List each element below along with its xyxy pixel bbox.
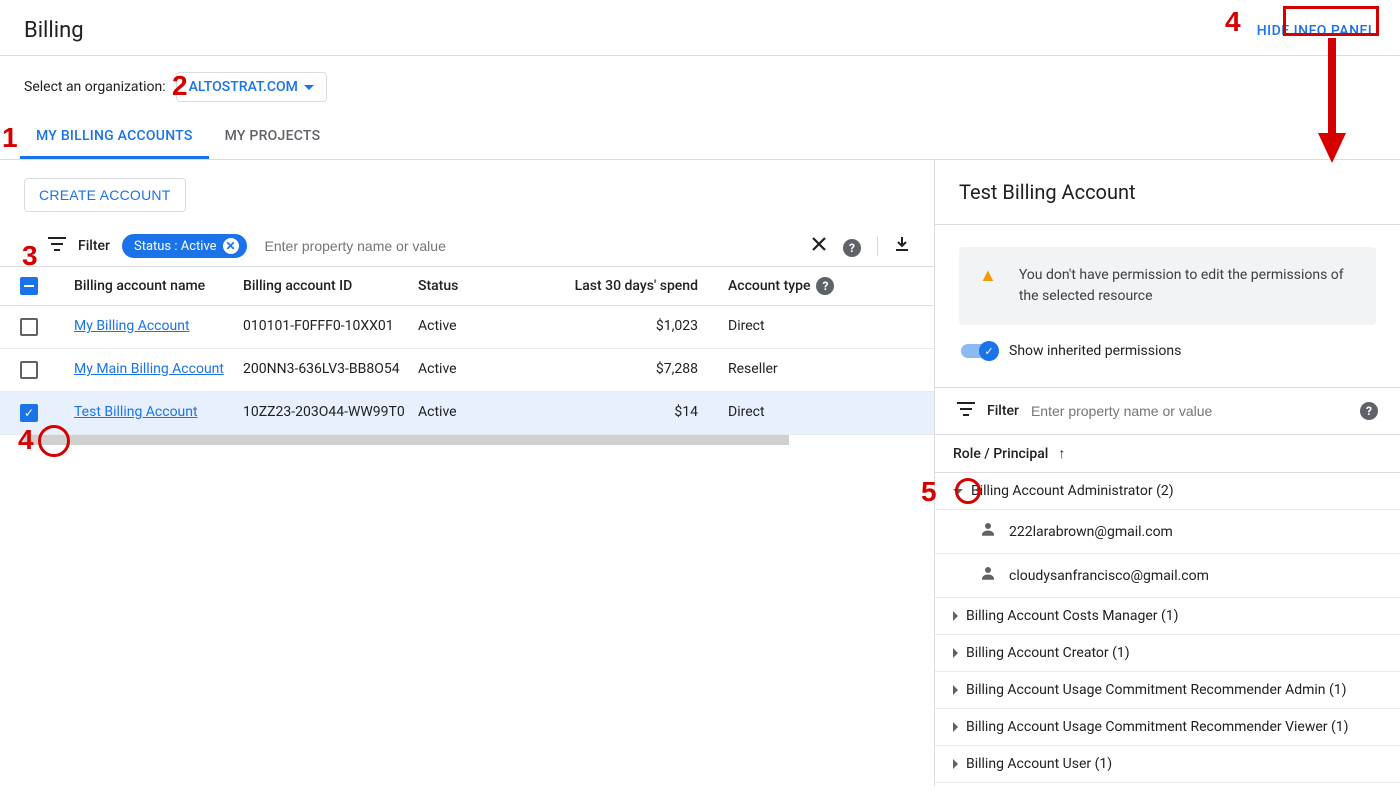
account-id: 200NN3-636LV3-BB8O54 — [243, 361, 418, 377]
chevron-right-icon — [953, 648, 958, 658]
chevron-right-icon — [953, 722, 958, 732]
info-panel-title: Test Billing Account — [959, 180, 1376, 204]
role-label: Billing Account User (1) — [966, 756, 1112, 772]
clear-icon[interactable] — [811, 236, 827, 257]
sort-up-icon: ↑ — [1058, 445, 1065, 462]
filter-input[interactable] — [259, 232, 799, 260]
principal-email: 222larabrown@gmail.com — [1009, 524, 1173, 540]
role-row[interactable]: Billing Account Usage Commitment Recomme… — [935, 709, 1400, 746]
annotation-circle-5 — [955, 478, 981, 504]
person-icon — [979, 520, 997, 543]
page-title: Billing — [24, 18, 84, 43]
org-value: ALTOSTRAT.COM — [189, 79, 298, 95]
warning-icon: ▲ — [979, 265, 997, 286]
chevron-right-icon — [953, 759, 958, 769]
spend: $1,023 — [563, 318, 728, 334]
status: Active — [418, 318, 563, 334]
col-status[interactable]: Status — [418, 278, 563, 294]
row-checkbox[interactable] — [20, 318, 38, 336]
chevron-right-icon — [953, 685, 958, 695]
divider — [877, 236, 878, 256]
role-row[interactable]: Billing Account User (1) — [935, 746, 1400, 783]
role-label: Billing Account Costs Manager (1) — [966, 608, 1179, 624]
role-label: Billing Account Administrator (2) — [971, 483, 1174, 499]
col-name[interactable]: Billing account name — [48, 278, 243, 294]
info-panel-filter-input[interactable] — [1031, 403, 1348, 419]
filter-icon — [957, 402, 975, 420]
table-row[interactable]: ✓ Test Billing Account 10ZZ23-203O44-WW9… — [0, 392, 934, 435]
role-row[interactable]: Billing Account Usage Commitment Recomme… — [935, 672, 1400, 709]
org-selector[interactable]: ALTOSTRAT.COM — [176, 72, 327, 102]
chip-text: Status : Active — [134, 239, 217, 254]
account-type: Reseller — [728, 361, 858, 377]
row-checkbox[interactable]: ✓ — [20, 404, 38, 422]
chevron-down-icon — [304, 85, 314, 90]
toggle-label: Show inherited permissions — [1009, 343, 1181, 359]
chip-remove-icon[interactable]: ✕ — [223, 238, 239, 254]
info-panel: Test Billing Account ▲ You don't have pe… — [935, 160, 1400, 786]
org-label: Select an organization: — [24, 79, 166, 95]
billing-account-link[interactable]: My Billing Account — [74, 318, 190, 334]
annotation-circle-4 — [38, 425, 70, 457]
select-all-checkbox[interactable] — [20, 277, 38, 295]
download-icon[interactable] — [894, 236, 910, 257]
account-type: Direct — [728, 404, 858, 420]
account-type: Direct — [728, 318, 858, 334]
help-icon[interactable]: ? — [816, 277, 834, 295]
roles-header[interactable]: Role / Principal ↑ — [935, 435, 1400, 473]
role-label: Billing Account Usage Commitment Recomme… — [966, 719, 1349, 735]
filter-label: Filter — [987, 403, 1019, 419]
row-checkbox[interactable] — [20, 361, 38, 379]
filter-chip-status[interactable]: Status : Active ✕ — [122, 234, 247, 258]
filter-icon — [48, 237, 66, 255]
col-id[interactable]: Billing account ID — [243, 278, 418, 294]
horizontal-scrollbar[interactable] — [24, 435, 789, 445]
col-spend[interactable]: Last 30 days' spend — [563, 278, 728, 294]
account-id: 10ZZ23-203O44-WW99T0 — [243, 404, 418, 420]
table-row[interactable]: My Billing Account 010101-F0FFF0-10XX01 … — [0, 306, 934, 349]
billing-account-link[interactable]: My Main Billing Account — [74, 361, 224, 377]
status: Active — [418, 404, 563, 420]
permission-warning: ▲ You don't have permission to edit the … — [959, 247, 1376, 325]
spend: $14 — [563, 404, 728, 420]
role-row[interactable]: Billing Account Creator (1) — [935, 635, 1400, 672]
role-row[interactable]: Billing Account Costs Manager (1) — [935, 598, 1400, 635]
principal-row[interactable]: 222larabrown@gmail.com — [935, 510, 1400, 554]
role-label: Billing Account Usage Commitment Recomme… — [966, 682, 1347, 698]
chevron-right-icon — [953, 611, 958, 621]
status: Active — [418, 361, 563, 377]
annotation-rect-4 — [1283, 6, 1379, 36]
inherited-permissions-toggle[interactable]: ✓ — [961, 344, 997, 358]
role-row[interactable]: Billing Account Viewer (1) — [935, 783, 1400, 786]
role-row[interactable]: Billing Account Administrator (2) — [935, 473, 1400, 510]
person-icon — [979, 564, 997, 587]
help-icon[interactable]: ? — [843, 236, 861, 257]
col-type[interactable]: Account type? — [728, 277, 858, 295]
help-icon[interactable]: ? — [1360, 402, 1378, 420]
billing-account-link[interactable]: Test Billing Account — [74, 404, 198, 420]
tab-my-billing-accounts[interactable]: MY BILLING ACCOUNTS — [20, 118, 209, 159]
spend: $7,288 — [563, 361, 728, 377]
create-account-button[interactable]: CREATE ACCOUNT — [24, 178, 186, 212]
principal-row[interactable]: cloudysanfrancisco@gmail.com — [935, 554, 1400, 598]
filter-label: Filter — [78, 238, 110, 254]
warning-text: You don't have permission to edit the pe… — [1019, 265, 1356, 307]
role-label: Billing Account Creator (1) — [966, 645, 1130, 661]
principal-email: cloudysanfrancisco@gmail.com — [1009, 568, 1209, 584]
table-row[interactable]: My Main Billing Account 200NN3-636LV3-BB… — [0, 349, 934, 392]
tab-my-projects[interactable]: MY PROJECTS — [209, 118, 337, 159]
account-id: 010101-F0FFF0-10XX01 — [243, 318, 418, 334]
